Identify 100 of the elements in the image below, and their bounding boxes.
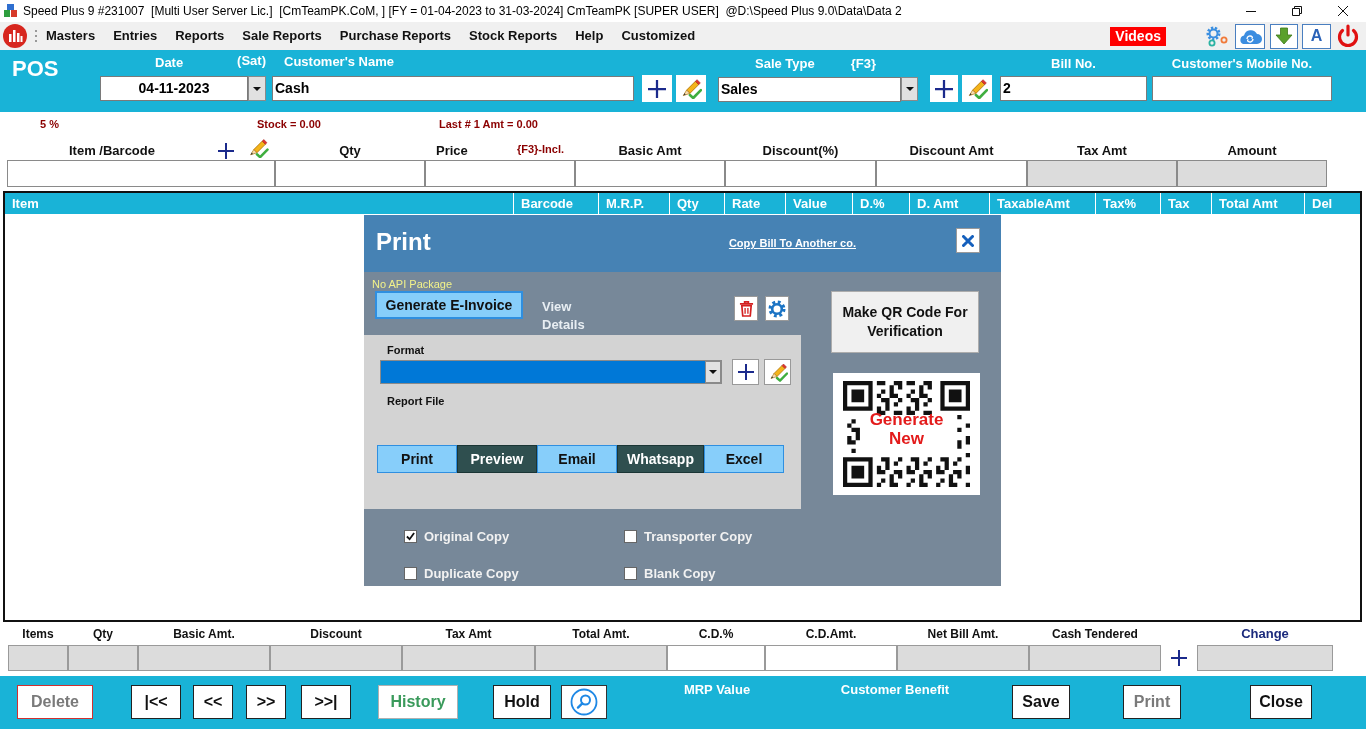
footer-button[interactable]: Close	[1250, 685, 1312, 719]
bill-number-field[interactable]: 2	[1000, 76, 1147, 101]
footer-button[interactable]: >>	[246, 685, 286, 719]
total-label: C.D.%	[698, 625, 734, 643]
output-button[interactable]: Print	[377, 445, 457, 473]
mobile-number-field[interactable]	[1152, 76, 1332, 101]
download-button[interactable]	[1270, 23, 1298, 49]
total-label: Items	[22, 625, 54, 643]
field-label: Date	[155, 53, 184, 72]
input-field[interactable]	[725, 160, 876, 187]
field-label: Amount	[1227, 141, 1277, 160]
input-field[interactable]	[575, 160, 725, 187]
total-label: Tax Amt	[445, 625, 492, 643]
dropdown-button[interactable]	[248, 76, 266, 101]
total-label: Discount	[310, 625, 362, 643]
input-field[interactable]	[876, 160, 1027, 187]
report-file-label: Report File	[387, 394, 445, 408]
edit-button[interactable]	[247, 139, 269, 158]
restore-icon	[1292, 6, 1302, 16]
total-field[interactable]	[765, 645, 897, 671]
price-hint: {F3}-Incl.	[516, 141, 564, 157]
menu-item[interactable]: Help	[566, 25, 613, 47]
menu-item[interactable]: Entries	[104, 25, 167, 47]
column-header: Item	[12, 194, 39, 213]
dropdown-button[interactable]	[705, 361, 721, 383]
output-button[interactable]: Excel	[704, 445, 784, 473]
checkbox[interactable]	[624, 566, 637, 580]
generate-einvoice-button[interactable]: Generate E-Invoice	[375, 291, 523, 319]
column-header: Qty	[677, 194, 699, 213]
sale-type-select[interactable]: Sales	[718, 77, 901, 102]
output-button[interactable]: Preview	[457, 445, 537, 473]
edit-button[interactable]	[676, 75, 706, 102]
pencil-check-icon	[680, 78, 702, 99]
info-text: 5 %	[40, 118, 59, 130]
close-button[interactable]	[956, 228, 980, 253]
api-notice: No API Package	[372, 278, 453, 291]
add-button[interactable]	[642, 75, 672, 102]
window-title: Speed Plus 9 #231007 [Multi User Server Lic.] [CmTeamPK.CoM, ] [FY = 01-04-2023 to 31-03-2024] CmTeamPK [SUPER USER] @D:\Speed Plus 9.0\Data\Data 2	[23, 3, 902, 20]
total-field[interactable]	[667, 645, 765, 671]
checkbox[interactable]	[624, 530, 637, 544]
font-button[interactable]: A	[1302, 23, 1331, 49]
menu-item[interactable]: Stock Reports	[460, 25, 567, 47]
column-header: Tax%	[1103, 194, 1136, 213]
minimize-icon	[1246, 10, 1256, 12]
trash-icon	[738, 300, 754, 317]
checkbox[interactable]	[404, 530, 417, 544]
dropdown-button[interactable]	[901, 77, 918, 101]
edit-button[interactable]	[764, 359, 791, 385]
field-label: Discount(%)	[762, 141, 839, 160]
total-label: Change	[1241, 624, 1289, 643]
input-field[interactable]	[7, 160, 275, 187]
footer-button[interactable]: <<	[193, 685, 233, 719]
footer-button[interactable]: Hold	[493, 685, 551, 719]
total-label: Basic Amt.	[173, 625, 235, 643]
menu-item[interactable]: Reports	[166, 25, 234, 47]
output-button[interactable]: Whatsapp	[617, 445, 704, 473]
gears-icon[interactable]	[1204, 25, 1230, 47]
field-label: (Sat)	[237, 51, 266, 70]
output-button[interactable]: Email	[537, 445, 617, 473]
menu-item[interactable]: Purchase Reports	[330, 25, 461, 47]
column-header: D. Amt	[917, 194, 959, 213]
add-button[interactable]	[930, 75, 958, 102]
plus-icon	[1171, 650, 1187, 666]
cloud-sync-icon	[1237, 27, 1263, 45]
search-button[interactable]	[561, 685, 607, 719]
date-field[interactable]: 04-11-2023	[100, 76, 248, 101]
generate-qr-button[interactable]: Generate New	[833, 373, 980, 495]
make-qr-button[interactable]: Make QR Code For Verification	[831, 291, 979, 353]
plus-icon	[648, 79, 666, 98]
input-field[interactable]	[275, 160, 425, 187]
copy-bill-link[interactable]: Copy Bill To Another co.	[728, 235, 856, 252]
sync-button[interactable]	[1235, 23, 1265, 49]
settings-button[interactable]	[765, 296, 789, 321]
history-button[interactable]: History	[378, 685, 458, 719]
power-icon[interactable]	[1336, 24, 1360, 48]
input-field[interactable]	[425, 160, 575, 187]
column-header: M.R.P.	[606, 194, 645, 213]
videos-button[interactable]: Videos	[1110, 26, 1166, 46]
close-icon	[1338, 6, 1348, 16]
settings-icon	[768, 299, 786, 318]
menu-item[interactable]: Sale Reports	[233, 25, 331, 47]
footer-button[interactable]: >>|	[301, 685, 351, 719]
add-button[interactable]	[217, 141, 235, 160]
app-logo-icon[interactable]	[3, 24, 27, 48]
add-button[interactable]	[732, 359, 759, 385]
pencil-check-icon	[966, 78, 988, 99]
footer-button[interactable]: |<<	[131, 685, 181, 719]
delete-button[interactable]	[734, 296, 758, 321]
plus-icon	[935, 79, 953, 98]
field-label: Bill No.	[1051, 54, 1096, 73]
checkbox[interactable]	[404, 566, 417, 580]
edit-button[interactable]	[962, 75, 992, 102]
column-header: Barcode	[521, 194, 574, 213]
footer-button[interactable]: Save	[1012, 685, 1070, 719]
search-icon	[570, 688, 598, 716]
menu-item[interactable]: Masters	[37, 25, 105, 47]
customer-name-field[interactable]: Cash	[272, 76, 634, 101]
field-label: Item /Barcode	[69, 141, 155, 160]
column-header: Rate	[732, 194, 761, 213]
menu-item[interactable]: Customized	[612, 25, 705, 47]
